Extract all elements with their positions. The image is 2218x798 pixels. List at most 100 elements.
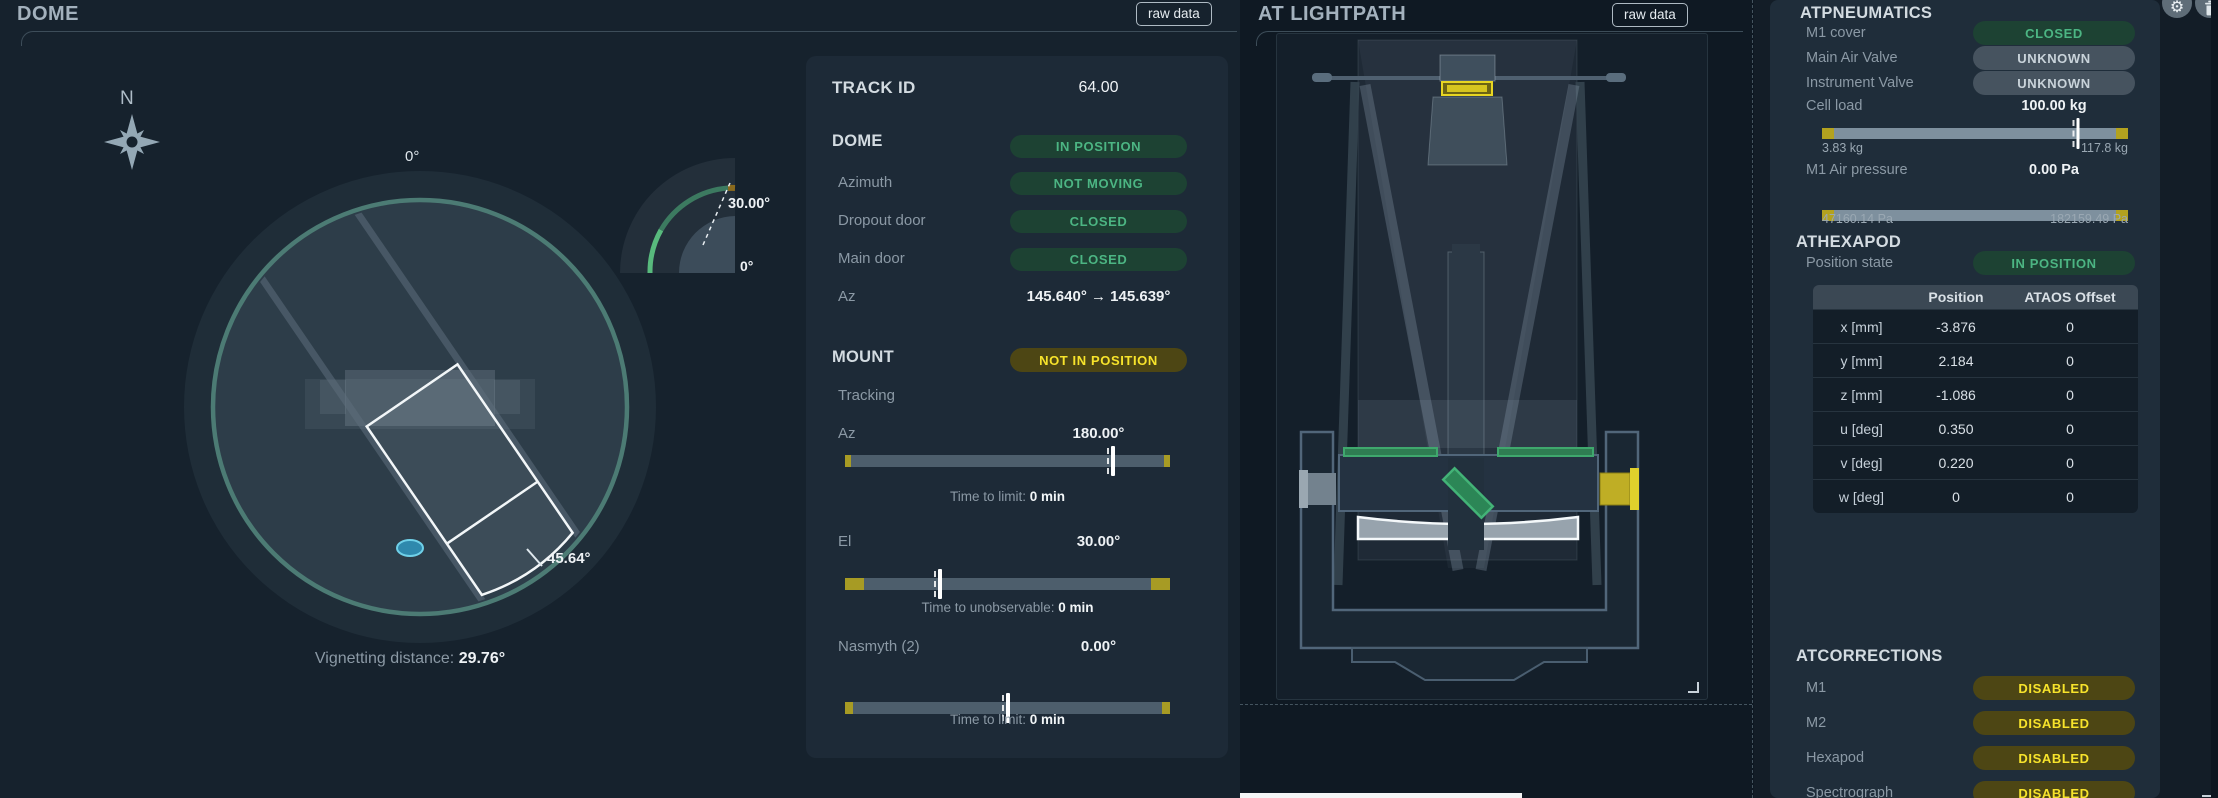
cell-load-value: 100.00 kg bbox=[1973, 98, 2135, 114]
nasmyth1-port bbox=[1308, 473, 1336, 505]
hexapod-table: Position ATAOS Offset x [mm]-3.8760 y [m… bbox=[1813, 285, 2138, 513]
mount-az-marker[interactable] bbox=[1111, 446, 1115, 476]
lightpath-raw-data-button[interactable]: raw data bbox=[1612, 3, 1688, 27]
m1-cover-petal-right bbox=[1498, 448, 1593, 456]
nasmyth2-port-cap bbox=[1630, 468, 1639, 510]
spectrograph-correction-label: Spectrograph bbox=[1806, 785, 1893, 798]
mount-nasmyth-value: 0.00° bbox=[1010, 638, 1187, 655]
vignetting-distance: Vignetting distance: 29.76° bbox=[230, 650, 590, 668]
m1-air-pressure-label: M1 Air pressure bbox=[1806, 162, 1908, 178]
vignetting-distance-value: 29.76° bbox=[459, 650, 505, 667]
m1-correction-badge: DISABLED bbox=[1973, 676, 2135, 700]
lightpath-right-divider bbox=[1752, 0, 1753, 798]
right-module: ATPNEUMATICS M1 cover CLOSED Main Air Va… bbox=[1754, 0, 2218, 798]
azimuth-status-badge: NOT MOVING bbox=[1010, 172, 1187, 195]
nasmyth1-port-cap bbox=[1299, 470, 1308, 508]
mount-el-note: Time to unobservable: 0 min bbox=[845, 600, 1170, 615]
athexapod-title: ATHEXAPOD bbox=[1796, 233, 1901, 252]
position-state-label: Position state bbox=[1806, 255, 1893, 271]
mount-el-slider[interactable] bbox=[845, 578, 1170, 590]
elevation-gauge-label: 30.00° bbox=[728, 196, 770, 212]
elevation-gauge-zero-label: 0° bbox=[740, 258, 753, 274]
cell-load-marker[interactable] bbox=[2077, 118, 2080, 149]
table-row-x: x [mm]-3.8760 bbox=[1813, 309, 2138, 343]
instrument-valve-label: Instrument Valve bbox=[1806, 75, 1914, 91]
table-row-u: u [deg]0.3500 bbox=[1813, 411, 2138, 445]
mount-az-slider[interactable] bbox=[845, 455, 1170, 467]
main-door-status-badge: CLOSED bbox=[1010, 248, 1187, 271]
compass-north-label: N bbox=[120, 88, 134, 110]
hexapod-correction-label: Hexapod bbox=[1806, 750, 1864, 766]
mount-az-note: Time to limit: 0 min bbox=[845, 489, 1170, 504]
mount-section-title: MOUNT bbox=[832, 348, 894, 367]
track-id-label: TRACK ID bbox=[832, 78, 916, 98]
m2-correction-label: M2 bbox=[1806, 715, 1826, 731]
dome-azimuth-top-label: 0° bbox=[405, 148, 419, 165]
dome-module-title: DOME bbox=[17, 3, 79, 26]
m1-air-pressure-min: 47160.14 Pa bbox=[1822, 212, 1893, 226]
telescope-dashboard: DOME raw data N bbox=[0, 0, 2218, 798]
telemetry-card: TRACK ID 64.00 DOME IN POSITION Azimuth … bbox=[806, 56, 1228, 758]
nasmyth2-port bbox=[1600, 473, 1630, 505]
lightpath-bottom-divider bbox=[1240, 704, 1752, 705]
m1-air-pressure-value: 0.00 Pa bbox=[1973, 162, 2135, 178]
mount-status-badge: NOT IN POSITION bbox=[1010, 348, 1187, 372]
spectrograph-correction-badge: DISABLED bbox=[1973, 781, 2135, 798]
cell-load-label: Cell load bbox=[1806, 98, 1862, 114]
hexapod-correction-badge: DISABLED bbox=[1973, 746, 2135, 770]
m1-cover-petal-left bbox=[1344, 448, 1437, 456]
m1-air-pressure-max: 182159.49 Pa bbox=[2050, 212, 2128, 226]
lightpath-module-title: AT LIGHTPATH bbox=[1258, 3, 1406, 26]
hexapod-table-header: Position ATAOS Offset bbox=[1813, 285, 2138, 309]
mount-az-label: Az bbox=[838, 425, 856, 442]
mount-el-value: 30.00° bbox=[1010, 533, 1187, 550]
dome-feature-marker bbox=[397, 540, 423, 556]
mount-az-value: 180.00° bbox=[1010, 425, 1187, 442]
dome-status-badge: IN POSITION bbox=[1010, 135, 1187, 158]
main-air-valve-status-badge: UNKNOWN bbox=[1973, 46, 2135, 70]
dome-header-rule bbox=[21, 31, 1237, 46]
mount-nasmyth-label: Nasmyth (2) bbox=[838, 638, 920, 655]
m1-cover-label: M1 cover bbox=[1806, 25, 1866, 41]
tracking-label: Tracking bbox=[838, 387, 895, 404]
main-air-valve-label: Main Air Valve bbox=[1806, 50, 1898, 66]
table-row-y: y [mm]2.1840 bbox=[1813, 343, 2138, 377]
m1-cover-status-badge: CLOSED bbox=[1973, 21, 2135, 45]
m1-correction-label: M1 bbox=[1806, 680, 1826, 696]
azimuth-row-label: Azimuth bbox=[838, 174, 892, 191]
atcorrections-title: ATCORRECTIONS bbox=[1796, 647, 1943, 666]
cell-load-slider[interactable] bbox=[1822, 128, 2128, 139]
m2-assembly bbox=[1440, 55, 1495, 81]
track-id-value: 64.00 bbox=[1010, 79, 1187, 97]
gear-icon: ⚙ bbox=[2170, 0, 2184, 16]
m2-baffle bbox=[1428, 97, 1507, 165]
vignetting-distance-label: Vignetting distance: bbox=[315, 650, 459, 667]
cell-load-max: 117.8 kg bbox=[2081, 141, 2128, 155]
dome-section-title: DOME bbox=[832, 132, 883, 151]
dome-azimuth-value-label: 45.64° bbox=[547, 550, 591, 567]
table-row-z: z [mm]-1.0860 bbox=[1813, 377, 2138, 411]
position-column-header: Position bbox=[1910, 289, 2002, 305]
table-row-v: v [deg]0.2200 bbox=[1813, 445, 2138, 479]
bottom-edge-strip bbox=[1240, 793, 1522, 798]
right-scroll-gutter[interactable] bbox=[2211, 0, 2218, 798]
telescope-lightpath-diagram bbox=[1262, 38, 1706, 700]
atpneumatics-title: ATPNEUMATICS bbox=[1800, 4, 1932, 23]
mount-nasmyth-note: Time to limit: 0 min bbox=[845, 712, 1170, 727]
lightpath-module: AT LIGHTPATH raw data bbox=[1240, 0, 1754, 798]
elevation-gauge bbox=[585, 145, 765, 285]
dropout-door-row-label: Dropout door bbox=[838, 212, 926, 229]
dome-az-label: Az bbox=[838, 288, 856, 305]
mount-base bbox=[1352, 648, 1587, 680]
dome-raw-data-button[interactable]: raw data bbox=[1136, 2, 1212, 26]
dome-module: DOME raw data N bbox=[0, 0, 1240, 798]
instrument-valve-status-badge: UNKNOWN bbox=[1973, 71, 2135, 95]
ataos-offset-column-header: ATAOS Offset bbox=[2002, 289, 2138, 305]
dropout-door-status-badge: CLOSED bbox=[1010, 210, 1187, 233]
table-row-w: w [deg]00 bbox=[1813, 479, 2138, 513]
mount-el-marker[interactable] bbox=[938, 569, 942, 599]
m2-correction-badge: DISABLED bbox=[1973, 711, 2135, 735]
main-door-row-label: Main door bbox=[838, 250, 905, 267]
mount-el-label: El bbox=[838, 533, 851, 550]
cell-load-min: 3.83 kg bbox=[1822, 141, 1863, 155]
